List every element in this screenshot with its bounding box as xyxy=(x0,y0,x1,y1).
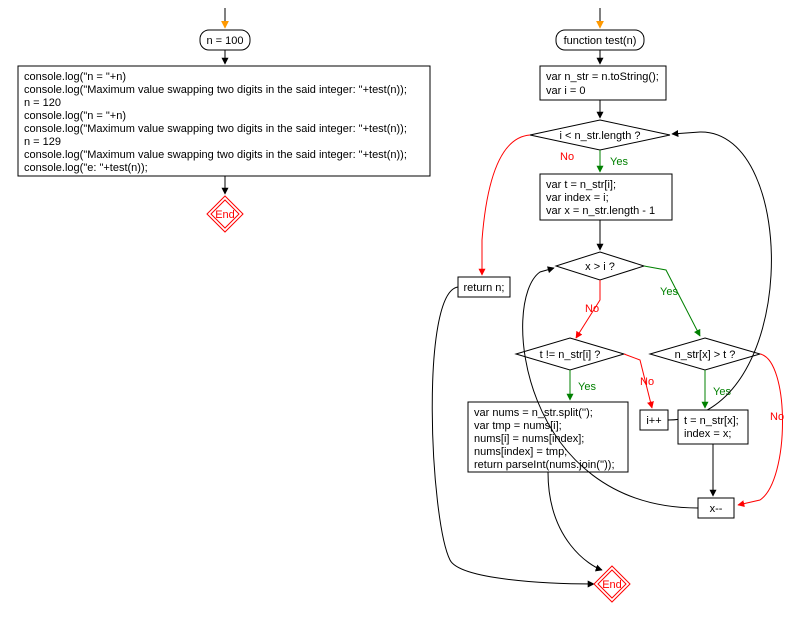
cond3-no: No xyxy=(640,376,654,388)
cond4-yes: Yes xyxy=(713,386,731,398)
block1-1: var index = i; xyxy=(546,192,609,204)
left-end-label: End xyxy=(215,209,235,221)
left-code-1: console.log("Maximum value swapping two … xyxy=(24,84,407,96)
upd-1: index = x; xyxy=(684,428,731,440)
block2-2: nums[i] = nums[index]; xyxy=(474,433,584,445)
right-end-label: End xyxy=(602,579,622,591)
left-code-2: n = 120 xyxy=(24,97,61,109)
left-code-6: console.log("Maximum value swapping two … xyxy=(24,149,407,161)
cond3-yes: Yes xyxy=(578,381,596,393)
init-1: var i = 0 xyxy=(546,85,585,97)
left-code-7: console.log("e: "+test(n)); xyxy=(24,162,148,174)
upd-0: t = n_str[x]; xyxy=(684,415,739,427)
left-code-4: console.log("Maximum value swapping two … xyxy=(24,123,407,135)
block2-3: nums[index] = tmp; xyxy=(474,446,567,458)
left-code-3: console.log("n = "+n) xyxy=(24,110,126,122)
cond3-label: t != n_str[i] ? xyxy=(540,349,601,361)
inc-i-label: i++ xyxy=(646,415,661,427)
left-code-5: n = 129 xyxy=(24,136,61,148)
return-n-label: return n; xyxy=(464,282,505,294)
cond1-yes: Yes xyxy=(610,156,628,168)
cond4-label: n_str[x] > t ? xyxy=(675,349,736,361)
block2-0: var nums = n_str.split(''); xyxy=(474,407,593,419)
cond2-no: No xyxy=(585,303,599,315)
cond2-label: x > i ? xyxy=(585,261,615,273)
left-code-0: console.log("n = "+n) xyxy=(24,71,126,83)
block1-2: var x = n_str.length - 1 xyxy=(546,205,655,217)
init-0: var n_str = n.toString(); xyxy=(546,71,659,83)
cond1-no: No xyxy=(560,151,574,163)
fn-label: function test(n) xyxy=(564,35,637,47)
cond2-yes: Yes xyxy=(660,286,678,298)
cond1-label: i < n_str.length ? xyxy=(559,130,640,142)
block1-0: var t = n_str[i]; xyxy=(546,179,616,191)
dec-x-label: x-- xyxy=(710,503,723,515)
block2-4: return parseInt(nums.join('')); xyxy=(474,459,615,471)
block2-1: var tmp = nums[i]; xyxy=(474,420,562,432)
cond4-no: No xyxy=(770,411,784,423)
left-start-label: n = 100 xyxy=(206,35,243,47)
